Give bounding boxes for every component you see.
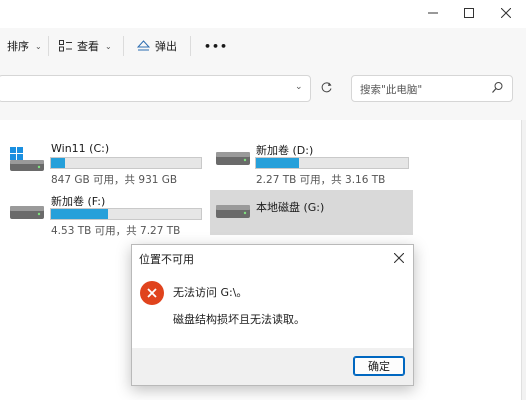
- drive-usage-fill: [51, 209, 108, 219]
- search-icon: [492, 82, 503, 93]
- drive-item-f[interactable]: 新加卷 (F:) 4.53 TB 可用，共 7.27 TB: [0, 188, 206, 238]
- view-button[interactable]: 查看 ⌄: [59, 28, 112, 64]
- chevron-down-icon: ⌄: [105, 41, 112, 51]
- view-label: 查看: [77, 40, 99, 53]
- dialog-title: 位置不可用: [139, 253, 194, 266]
- drive-name: 本地磁盘 (G:): [256, 201, 325, 214]
- dialog-message-primary: 无法访问 G:\。: [173, 286, 248, 299]
- sort-label: 排序: [7, 40, 29, 53]
- dialog-message-secondary: 磁盘结构损坏且无法读取。: [173, 313, 305, 326]
- hard-drive-icon: [216, 152, 250, 165]
- eject-icon: [137, 40, 150, 51]
- drive-usage-fill: [51, 158, 65, 168]
- ok-label: 确定: [368, 360, 390, 373]
- address-bar[interactable]: ⌄: [0, 75, 311, 102]
- view-icon: [59, 40, 72, 52]
- dialog-close-button[interactable]: [391, 250, 407, 266]
- minimize-button[interactable]: [413, 0, 453, 26]
- scrollbar[interactable]: [521, 120, 526, 400]
- chevron-down-icon[interactable]: ⌄: [295, 82, 303, 92]
- drive-item-d[interactable]: 新加卷 (D:) 2.27 TB 可用，共 3.16 TB: [210, 120, 416, 188]
- sort-button[interactable]: 排序 ⌄: [7, 28, 42, 64]
- refresh-icon: [321, 82, 332, 93]
- eject-label: 弹出: [155, 40, 177, 53]
- hard-drive-icon: [10, 206, 44, 219]
- more-icon: •••: [204, 39, 229, 53]
- search-input[interactable]: 搜索"此电脑": [351, 75, 513, 102]
- chevron-down-icon: ⌄: [35, 41, 42, 51]
- location-unavailable-dialog: 位置不可用 无法访问 G:\。 磁盘结构损坏且无法读取。 确定: [131, 244, 414, 386]
- close-button[interactable]: [486, 0, 526, 26]
- eject-button[interactable]: 弹出: [137, 28, 177, 64]
- drive-usage-bar: [50, 157, 202, 169]
- error-icon: [140, 281, 164, 305]
- drive-name: 新加卷 (F:): [51, 195, 106, 208]
- drive-name: 新加卷 (D:): [256, 144, 314, 157]
- close-icon: [501, 8, 511, 18]
- ok-button[interactable]: 确定: [353, 356, 405, 376]
- refresh-button[interactable]: [320, 81, 333, 97]
- search-placeholder: 搜索"此电脑": [360, 84, 423, 96]
- maximize-icon: [464, 8, 474, 18]
- dialog-footer: 确定: [132, 348, 413, 385]
- close-icon: [394, 253, 404, 263]
- hard-drive-icon: [216, 205, 250, 218]
- address-row: ⌄ 搜索"此电脑": [0, 64, 526, 120]
- more-options-button[interactable]: •••: [204, 28, 228, 64]
- command-bar: 排序 ⌄ 查看 ⌄ 弹出 •••: [0, 28, 526, 64]
- drive-usage-bar: [50, 208, 202, 220]
- drive-stats: 847 GB 可用，共 931 GB: [51, 174, 178, 186]
- drive-item-c[interactable]: Win11 (C:) 847 GB 可用，共 931 GB: [0, 120, 206, 188]
- drive-name: Win11 (C:): [51, 142, 110, 155]
- minimize-icon: [428, 12, 438, 14]
- toolbar-divider: [48, 36, 49, 56]
- drive-stats: 2.27 TB 可用，共 3.16 TB: [256, 174, 386, 186]
- drive-usage-bar: [255, 157, 409, 169]
- drive-item-g[interactable]: 本地磁盘 (G:): [210, 190, 413, 235]
- drive-stats: 4.53 TB 可用，共 7.27 TB: [51, 225, 181, 237]
- drive-usage-fill: [256, 158, 299, 168]
- windows-drive-icon: [10, 147, 44, 171]
- toolbar-divider: [190, 36, 191, 56]
- maximize-button[interactable]: [449, 0, 489, 26]
- toolbar-divider: [123, 36, 124, 56]
